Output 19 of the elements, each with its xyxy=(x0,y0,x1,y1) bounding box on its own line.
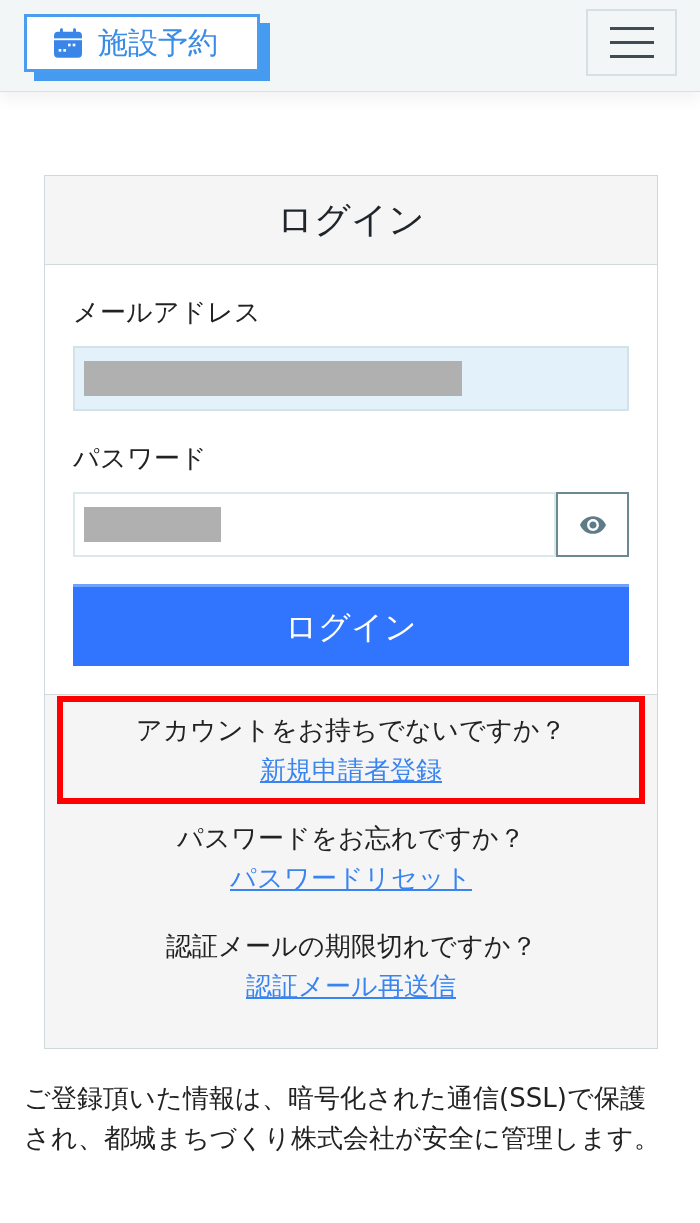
question-text: パスワードをお忘れですか？ xyxy=(177,823,525,853)
help-link[interactable]: パスワードリセット xyxy=(230,863,472,893)
email-field[interactable] xyxy=(73,346,629,411)
password-field[interactable] xyxy=(73,492,556,557)
eye-icon xyxy=(579,515,606,534)
login-button[interactable]: ログイン xyxy=(73,584,629,666)
show-password-button[interactable] xyxy=(556,492,629,557)
calendar-icon xyxy=(52,27,84,59)
question-text: 認証メールの期限切れですか？ xyxy=(165,931,537,961)
field-label: メールアドレス xyxy=(73,296,262,329)
field-label: パスワード xyxy=(73,442,208,475)
security-notice: ご登録頂いた情報は、暗号化された通信(SSL)で保護され、都城まちづくり株式会社が安全に管理します。 xyxy=(24,1082,660,1155)
menu-button[interactable] xyxy=(586,9,677,76)
question-text: アカウントをお持ちでないですか？ xyxy=(136,715,566,745)
help-link[interactable]: 認証メール再送信 xyxy=(246,971,456,1001)
card-title: ログイン xyxy=(277,198,425,242)
help-link[interactable]: 新規申請者登録 xyxy=(260,755,442,785)
logo-text: 施設予約 xyxy=(98,28,218,58)
menu-icon xyxy=(609,27,654,58)
